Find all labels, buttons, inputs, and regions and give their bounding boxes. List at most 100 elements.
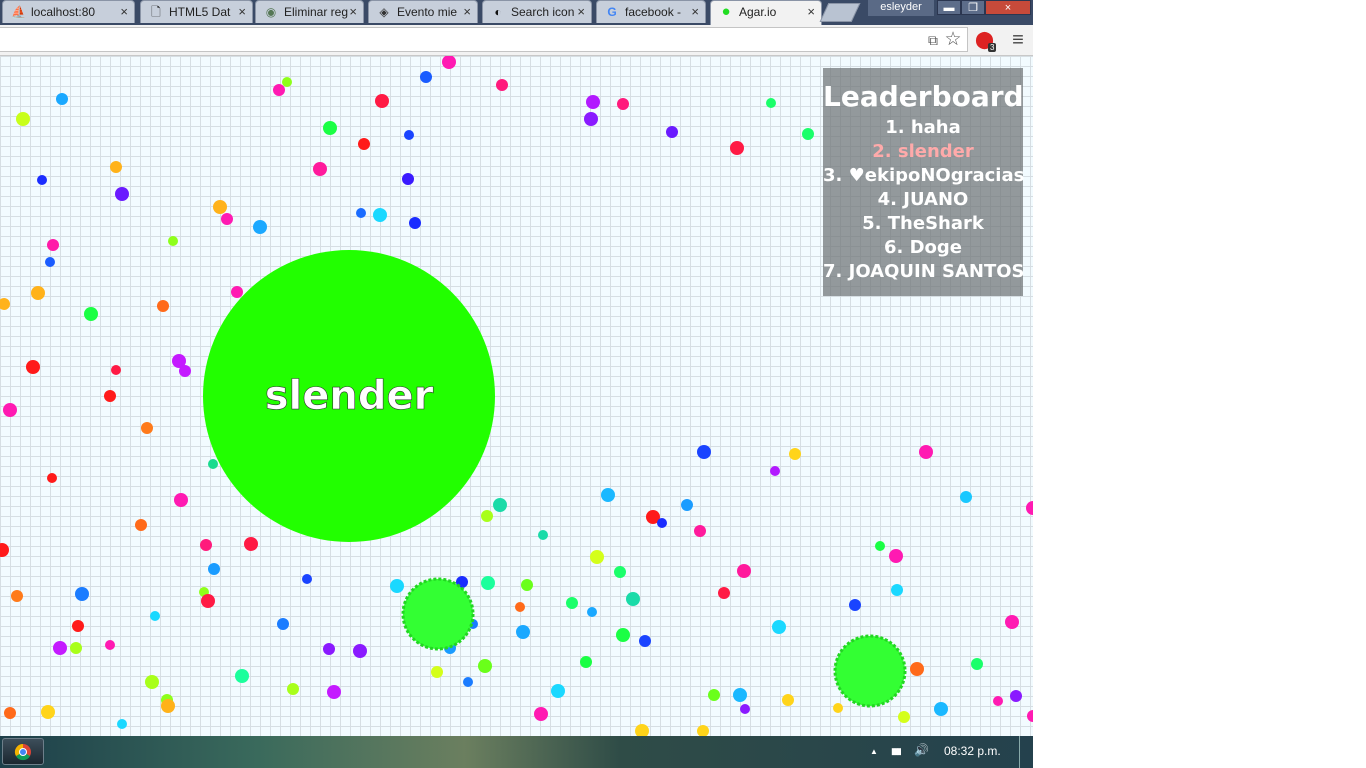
food-pellet xyxy=(72,620,84,632)
food-pellet xyxy=(617,98,629,110)
food-pellet xyxy=(772,620,786,634)
signal-icon[interactable]: ▮▮▮ xyxy=(891,746,902,757)
food-pellet xyxy=(833,703,843,713)
volume-icon[interactable]: 🔊 xyxy=(914,743,929,757)
food-pellet xyxy=(802,128,814,140)
food-pellet xyxy=(639,635,651,647)
food-pellet xyxy=(889,549,903,563)
food-pellet xyxy=(84,307,98,321)
google-icon: G xyxy=(607,5,617,19)
food-pellet xyxy=(373,208,387,222)
minimize-button[interactable]: ▬ xyxy=(937,0,961,15)
tab-facebook[interactable]: G facebook - × xyxy=(596,0,706,23)
tab-close-icon[interactable]: × xyxy=(238,4,246,19)
clock[interactable]: 08:32 p.m. xyxy=(944,744,1001,758)
food-pellet xyxy=(616,628,630,642)
eye-logo-icon: ◈ xyxy=(379,5,389,19)
tab-agario[interactable]: ● Agar.io × xyxy=(710,0,822,25)
star-icon[interactable]: ☆ xyxy=(944,30,962,49)
food-pellet xyxy=(718,587,730,599)
tab-close-icon[interactable]: × xyxy=(691,4,699,19)
chrome-icon xyxy=(14,743,31,761)
food-pellet xyxy=(313,162,327,176)
food-pellet xyxy=(1010,690,1022,702)
tab-close-icon[interactable]: × xyxy=(577,4,585,19)
food-pellet xyxy=(551,684,565,698)
show-hidden-icons[interactable]: ▲ xyxy=(870,747,878,756)
browser-window: ⛵ localhost:80 × 🗋 HTML5 Dat × ◉ Elimina… xyxy=(0,0,1033,768)
profile-name[interactable]: esleyder xyxy=(868,0,934,16)
food-pellet xyxy=(244,537,258,551)
food-pellet xyxy=(3,403,17,417)
virus-cell xyxy=(401,577,475,651)
tab-search-icon[interactable]: ◐ Search icon × xyxy=(482,0,592,23)
food-pellet xyxy=(157,300,169,312)
food-pellet xyxy=(971,658,983,670)
food-pellet xyxy=(70,642,82,654)
game-canvas[interactable]: slender Leaderboard 1. haha 2. slender 3… xyxy=(0,56,1033,736)
leaderboard-entry: 7. JOAQUIN SANTOS xyxy=(823,261,1025,282)
food-pellet xyxy=(213,200,227,214)
leaderboard-entry: 5. TheShark xyxy=(862,213,984,234)
tab-close-icon[interactable]: × xyxy=(349,4,357,19)
tab-close-icon[interactable]: × xyxy=(807,4,815,19)
food-pellet xyxy=(614,566,626,578)
tab-html5[interactable]: 🗋 HTML5 Dat × xyxy=(140,0,253,23)
food-pellet xyxy=(111,365,121,375)
food-pellet xyxy=(657,518,667,528)
food-pellet xyxy=(442,56,456,69)
food-pellet xyxy=(898,711,910,723)
restore-button[interactable]: ❐ xyxy=(961,0,985,15)
food-pellet xyxy=(515,602,525,612)
food-pellet xyxy=(708,689,720,701)
show-desktop-button[interactable] xyxy=(1019,736,1032,768)
food-pellet xyxy=(534,707,548,721)
translate-icon[interactable]: ⧉ xyxy=(924,31,942,49)
food-pellet xyxy=(516,625,530,639)
food-pellet xyxy=(463,677,473,687)
food-pellet xyxy=(179,365,191,377)
food-pellet xyxy=(375,94,389,108)
food-pellet xyxy=(45,257,55,267)
food-pellet xyxy=(174,493,188,507)
tab-close-icon[interactable]: × xyxy=(463,4,471,19)
food-pellet xyxy=(586,95,600,109)
tab-close-icon[interactable]: × xyxy=(120,4,128,19)
food-pellet xyxy=(47,239,59,251)
food-pellet xyxy=(208,563,220,575)
chrome-taskbar-button[interactable] xyxy=(2,738,44,765)
food-pellet xyxy=(934,702,948,716)
food-pellet xyxy=(770,466,780,476)
food-pellet xyxy=(37,175,47,185)
food-pellet xyxy=(740,704,750,714)
close-button[interactable]: × xyxy=(985,0,1031,15)
food-pellet xyxy=(697,445,711,459)
food-pellet xyxy=(875,541,885,551)
leaderboard-title: Leaderboard xyxy=(823,80,1024,113)
food-pellet xyxy=(1027,710,1033,722)
food-pellet xyxy=(420,71,432,83)
leaderboard: Leaderboard 1. haha 2. slender 3. ♥ekipo… xyxy=(823,68,1025,296)
food-pellet xyxy=(733,688,747,702)
food-pellet xyxy=(404,130,414,140)
address-bar[interactable] xyxy=(0,27,968,52)
food-pellet xyxy=(493,498,507,512)
food-pellet xyxy=(590,550,604,564)
food-pellet xyxy=(231,286,243,298)
tab-localhost[interactable]: ⛵ localhost:80 × xyxy=(2,0,135,23)
food-pellet xyxy=(891,584,903,596)
tab-eliminar[interactable]: ◉ Eliminar reg × xyxy=(255,0,364,23)
tab-title: Agar.io xyxy=(739,5,777,19)
food-pellet xyxy=(56,93,68,105)
food-pellet xyxy=(960,491,972,503)
food-pellet xyxy=(117,719,127,729)
menu-icon[interactable]: ≡ xyxy=(1009,30,1027,50)
food-pellet xyxy=(323,121,337,135)
new-tab-button[interactable] xyxy=(819,3,861,22)
food-pellet xyxy=(31,286,45,300)
badge-icon: ◉ xyxy=(265,5,277,19)
food-pellet xyxy=(221,213,233,225)
tab-evento[interactable]: ◈ Evento mie × xyxy=(368,0,478,23)
food-pellet xyxy=(16,112,30,126)
food-pellet xyxy=(353,644,367,658)
